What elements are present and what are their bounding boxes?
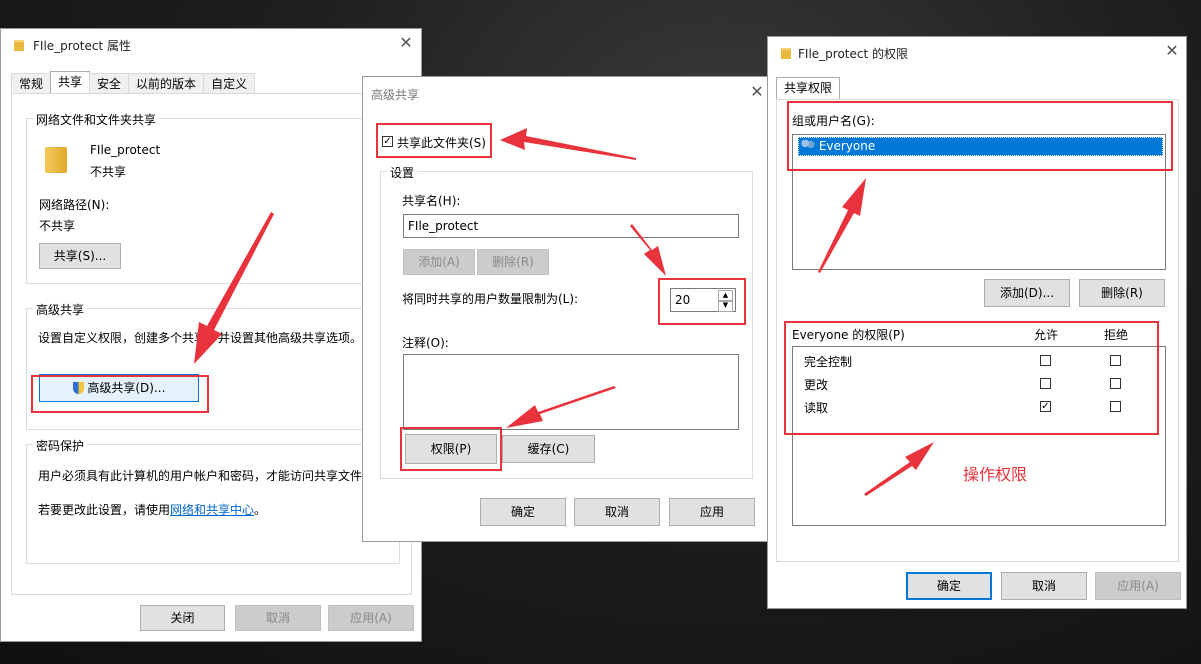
close-icon[interactable]: ✕ — [397, 34, 415, 52]
highlight-group-users — [787, 101, 1173, 171]
password-description: 用户必须具有此计算机的用户帐户和密码，才能访问共享文件夹。 — [38, 469, 387, 483]
highlight-advanced-button — [31, 375, 209, 413]
share-button[interactable]: 共享(S)... — [39, 243, 121, 269]
folder-name: FIle_protect — [90, 143, 161, 157]
advanced-apply-button[interactable]: 应用 — [669, 498, 755, 526]
folder-icon — [14, 40, 24, 51]
advanced-title: 高级共享 — [371, 88, 420, 102]
comment-label: 注释(O): — [402, 336, 449, 350]
highlight-permissions-button — [400, 427, 502, 471]
advanced-cancel-button[interactable]: 取消 — [574, 498, 660, 526]
remove-user-button[interactable]: 删除(R) — [1079, 279, 1165, 307]
properties-tabs: 常规 共享 安全 以前的版本 自定义 — [11, 71, 256, 93]
password-protection-label: 密码保护 — [33, 437, 88, 454]
network-sharing-label: 网络文件和文件夹共享 — [33, 111, 160, 128]
share-name-label: 共享名(H): — [402, 194, 461, 208]
change-prefix: 若要更改此设置，请使用 — [38, 503, 171, 517]
permissions-titlebar: FIle_protect 的权限 ✕ — [768, 37, 1186, 67]
user-limit-label: 将同时共享的用户数量限制为(L): — [402, 292, 579, 306]
close-icon[interactable]: ✕ — [748, 83, 766, 101]
tab-sharing[interactable]: 共享 — [50, 71, 91, 93]
highlight-permissions-list — [784, 321, 1159, 435]
network-path-label: 网络路径(N): — [39, 198, 110, 212]
close-icon[interactable]: ✕ — [1163, 42, 1181, 60]
permissions-apply-button[interactable]: 应用(A) — [1095, 572, 1181, 600]
caching-button[interactable]: 缓存(C) — [502, 435, 595, 463]
comment-textarea[interactable] — [403, 354, 739, 430]
tab-customize[interactable]: 自定义 — [203, 73, 256, 93]
properties-title: FIle_protect 属性 — [33, 39, 131, 53]
tab-previous-versions[interactable]: 以前的版本 — [128, 73, 205, 93]
password-protection-group: 密码保护 用户必须具有此计算机的用户帐户和密码，才能访问共享文件夹。 若要更改此… — [26, 437, 400, 564]
change-setting-text: 若要更改此设置，请使用网络和共享中心。 — [38, 501, 266, 518]
network-sharing-group: 网络文件和文件夹共享 FIle_protect 不共享 网络路径(N): 不共享… — [26, 111, 400, 284]
highlight-user-limit — [658, 278, 746, 325]
advanced-sharing-label: 高级共享 — [33, 301, 88, 318]
add-share-button[interactable]: 添加(A) — [403, 249, 475, 275]
properties-dialog: FIle_protect 属性 ✕ 常规 共享 安全 以前的版本 自定义 网络文… — [0, 28, 422, 642]
share-name-input[interactable]: FIle_protect — [403, 214, 739, 238]
permissions-cancel-button[interactable]: 取消 — [1001, 572, 1087, 600]
annotation-text: 操作权限 — [963, 465, 1028, 484]
permissions-tabs: 共享权限 — [776, 77, 841, 99]
advanced-ok-button[interactable]: 确定 — [480, 498, 566, 526]
tab-general[interactable]: 常规 — [11, 73, 52, 93]
tab-share-permissions[interactable]: 共享权限 — [776, 77, 841, 99]
change-suffix: 。 — [254, 503, 267, 517]
highlight-share-checkbox — [376, 123, 492, 158]
network-path-value: 不共享 — [39, 219, 76, 233]
folder-icon — [781, 48, 791, 59]
props-apply-button[interactable]: 应用(A) — [328, 605, 414, 631]
add-user-button[interactable]: 添加(D)... — [984, 279, 1070, 307]
advanced-titlebar: 高级共享 ✕ — [363, 77, 768, 107]
permissions-ok-button[interactable]: 确定 — [906, 572, 992, 600]
network-center-link[interactable]: 网络和共享中心 — [170, 503, 254, 517]
sharing-panel: 网络文件和文件夹共享 FIle_protect 不共享 网络路径(N): 不共享… — [11, 93, 412, 595]
permissions-title: FIle_protect 的权限 — [798, 47, 908, 61]
props-cancel-button[interactable]: 取消 — [235, 605, 321, 631]
large-folder-icon — [45, 147, 67, 173]
settings-label: 设置 — [387, 164, 418, 181]
tab-security[interactable]: 安全 — [89, 73, 130, 93]
advanced-description: 设置自定义权限，创建多个共享，并设置其他高级共享选项。 — [38, 331, 363, 345]
share-status: 不共享 — [90, 165, 127, 179]
remove-share-button[interactable]: 删除(R) — [477, 249, 549, 275]
close-button[interactable]: 关闭 — [140, 605, 225, 631]
properties-titlebar: FIle_protect 属性 ✕ — [1, 29, 421, 59]
